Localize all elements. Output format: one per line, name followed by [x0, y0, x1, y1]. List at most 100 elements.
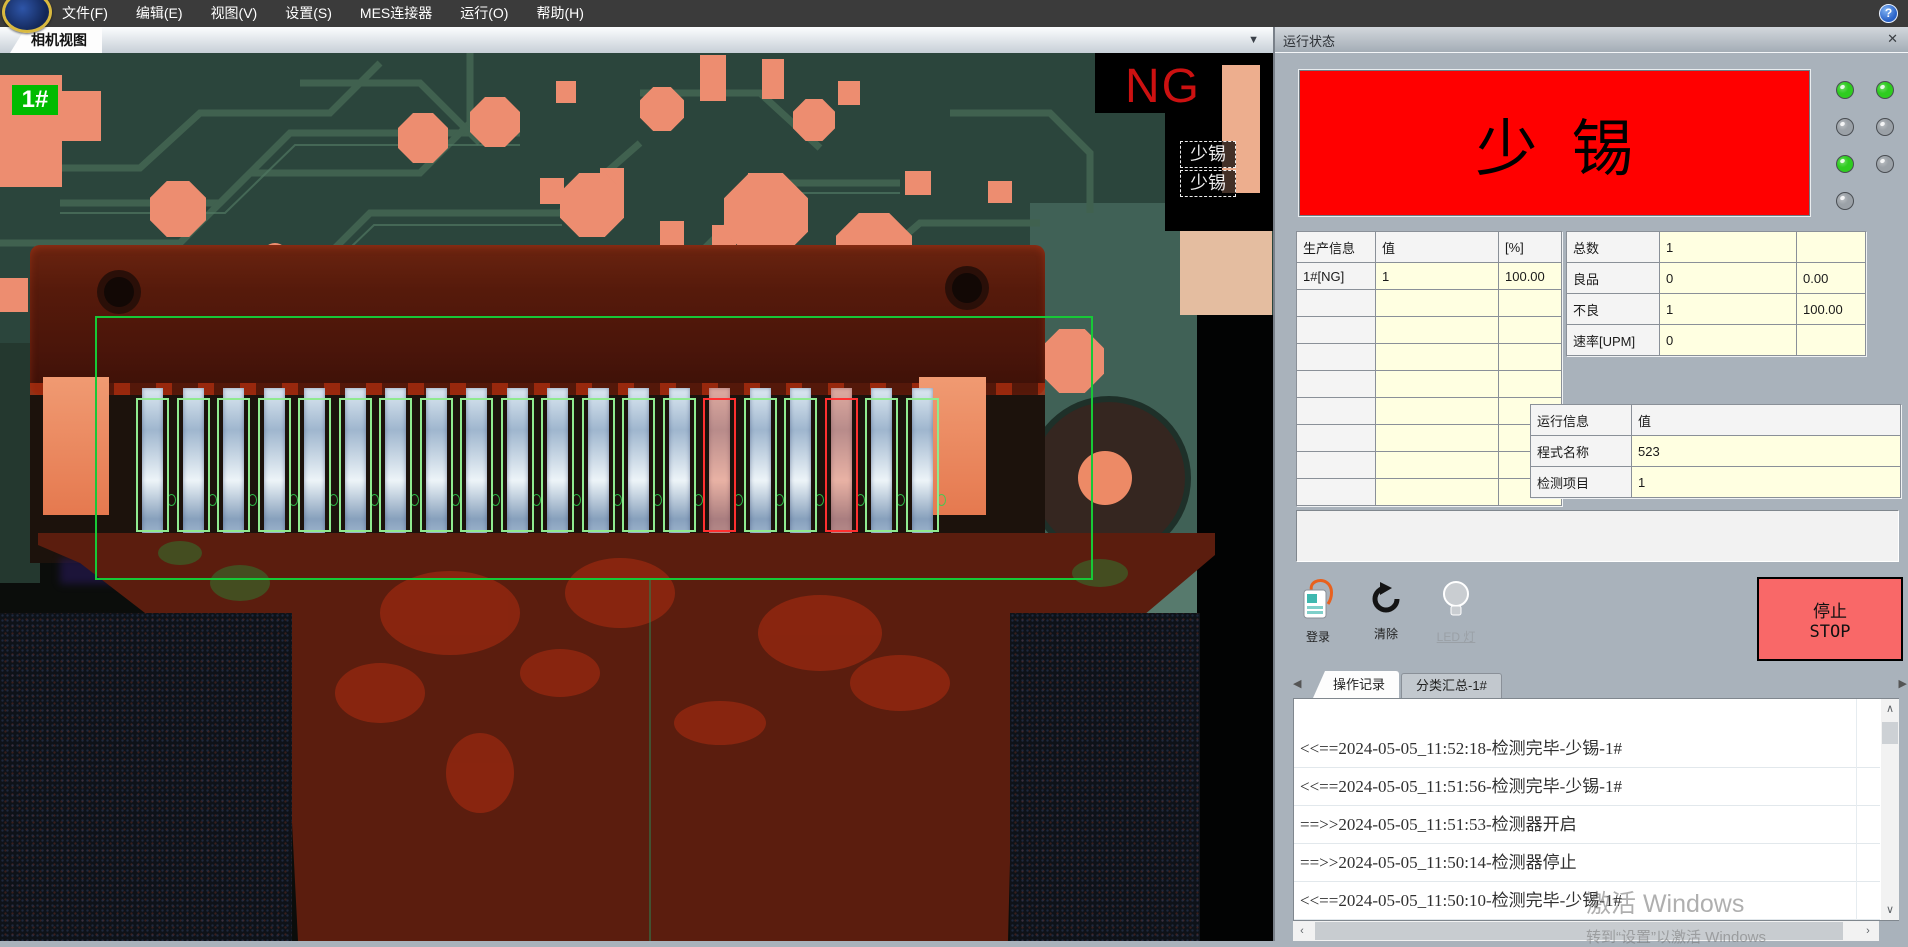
defect-label: 少锡 — [1180, 141, 1236, 168]
login-button-label: 登录 — [1289, 628, 1347, 645]
menu-item[interactable]: 设置(S) — [271, 0, 346, 27]
message-box — [1296, 510, 1899, 562]
log-tabs: 操作记录分类汇总-1# — [1313, 671, 1504, 698]
vertical-scrollbar-thumb[interactable] — [1882, 722, 1898, 744]
operation-log-list: <<==2024-05-05_11:52:18-检测完毕-少锡-1#<<==20… — [1293, 698, 1899, 921]
table-cell — [1499, 371, 1561, 397]
defect-labels: 少锡少锡 — [1180, 141, 1236, 199]
result-banner: 少锡 — [1299, 70, 1810, 216]
vertical-scrollbar[interactable]: ∧ ∨ — [1881, 699, 1899, 920]
led-indicator — [1876, 81, 1894, 99]
table-cell: 良品 — [1567, 263, 1659, 293]
menu-item[interactable]: 编辑(E) — [122, 0, 197, 27]
stop-button[interactable]: 停止 STOP — [1757, 577, 1903, 661]
tab-scroll-left-icon[interactable]: ◀ — [1293, 677, 1301, 690]
table-cell — [1376, 398, 1498, 424]
menu-item[interactable]: 运行(O) — [446, 0, 522, 27]
table-cell: 速率[UPM] — [1567, 325, 1659, 355]
led-cell — [1865, 71, 1905, 108]
menu-item[interactable]: 视图(V) — [197, 0, 272, 27]
log-tab[interactable]: 操作记录 — [1313, 671, 1399, 698]
table-cell — [1376, 290, 1498, 316]
stop-button-label-en: STOP — [1810, 622, 1851, 642]
led-indicator — [1836, 155, 1854, 173]
table-cell: 100.00 — [1797, 294, 1865, 324]
inspection-roi-rect — [95, 316, 1093, 580]
log-column-divider — [1856, 699, 1857, 920]
table-cell — [1499, 290, 1561, 316]
menu-bar: 文件(F)编辑(E)视图(V)设置(S)MES连接器运行(O)帮助(H) ? — [0, 0, 1908, 27]
help-icon[interactable]: ? — [1879, 4, 1898, 23]
log-entry[interactable]: <<==2024-05-05_11:51:56-检测完毕-少锡-1# — [1294, 768, 1880, 806]
table-cell — [1297, 398, 1375, 424]
led-cell — [1865, 108, 1905, 145]
background-texture — [0, 613, 292, 941]
totals-table: 总数1良品00.00不良1100.00速率[UPM]0 — [1566, 231, 1866, 356]
led-light-button[interactable]: LED 灯 — [1427, 578, 1485, 645]
menu-item[interactable]: 文件(F) — [48, 0, 122, 27]
led-cell — [1825, 182, 1865, 219]
led-indicator — [1836, 81, 1854, 99]
table-cell — [1376, 344, 1498, 370]
inspection-result-text: NG — [1125, 59, 1201, 114]
horizontal-scrollbar-thumb[interactable] — [1315, 922, 1843, 940]
bulb-icon — [1438, 578, 1474, 620]
table-cell: 1 — [1660, 232, 1796, 262]
table-cell — [1376, 479, 1498, 505]
menu-item[interactable]: 帮助(H) — [522, 0, 597, 27]
table-cell: 0 — [1660, 325, 1796, 355]
led-cell — [1825, 145, 1865, 182]
table-cell: 1 — [1376, 263, 1498, 289]
table-cell: 总数 — [1567, 232, 1659, 262]
led-indicator — [1876, 155, 1894, 173]
column-header: 值 — [1376, 232, 1498, 262]
menu-item[interactable]: MES连接器 — [346, 0, 446, 27]
close-icon[interactable]: ✕ — [1887, 31, 1898, 47]
table-cell: 检测项目 — [1531, 467, 1631, 497]
log-rows: <<==2024-05-05_11:52:18-检测完毕-少锡-1#<<==20… — [1294, 730, 1880, 920]
refresh-icon — [1368, 581, 1404, 617]
run-status-panel: 运行状态 ✕ 少锡 生产信息值[%]1#[NG]1100.00 总数1良品00.… — [1275, 27, 1908, 941]
chevron-down-icon[interactable]: ▼ — [1248, 34, 1259, 46]
led-indicator — [1876, 118, 1894, 136]
pcb-pad — [988, 181, 1012, 203]
tab-scroll-right-icon[interactable]: ▶ — [1899, 677, 1907, 690]
scroll-left-icon[interactable]: ‹ — [1293, 921, 1311, 941]
table-cell: 1 — [1660, 294, 1796, 324]
led-indicator — [1836, 118, 1854, 136]
clear-button-label: 清除 — [1357, 625, 1415, 642]
table-cell: 100.00 — [1499, 263, 1561, 289]
pcb-octagon-pad — [398, 113, 448, 163]
table-cell: 程式名称 — [1531, 436, 1631, 466]
pcb-pad — [838, 81, 860, 105]
log-entry[interactable]: ==>>2024-05-05_11:50:14-检测器停止 — [1294, 844, 1880, 882]
log-tab[interactable]: 分类汇总-1# — [1401, 673, 1502, 698]
connector-hole — [952, 273, 982, 303]
log-entry[interactable]: <<==2024-05-05_11:52:18-检测完毕-少锡-1# — [1294, 730, 1880, 768]
led-cell — [1865, 145, 1905, 182]
log-entry[interactable]: <<==2024-05-05_11:50:10-检测完毕-少锡-1# — [1294, 882, 1880, 920]
table-cell — [1297, 290, 1375, 316]
scroll-up-icon[interactable]: ∧ — [1881, 699, 1899, 719]
clear-button[interactable]: 清除 — [1357, 581, 1415, 642]
production-info-table: 生产信息值[%]1#[NG]1100.00 — [1296, 231, 1562, 506]
background-texture — [1010, 613, 1200, 941]
table-cell — [1376, 371, 1498, 397]
login-button[interactable]: 登录 — [1289, 578, 1347, 645]
horizontal-scrollbar[interactable]: ‹ › — [1293, 921, 1879, 941]
table-cell: 523 — [1632, 436, 1900, 466]
scroll-down-icon[interactable]: ∨ — [1881, 900, 1899, 920]
table-cell — [1376, 317, 1498, 343]
camera-view: 1# NG 少锡少锡 — [0, 53, 1273, 941]
pcb-pad — [700, 55, 726, 101]
table-cell: 不良 — [1567, 294, 1659, 324]
pcb-pad — [1180, 231, 1272, 315]
table-cell — [1376, 452, 1498, 478]
pcb-pad — [660, 221, 684, 245]
log-entry[interactable]: ==>>2024-05-05_11:51:53-检测器开启 — [1294, 806, 1880, 844]
scroll-right-icon[interactable]: › — [1859, 921, 1877, 941]
table-cell: 1 — [1632, 467, 1900, 497]
column-header: 值 — [1632, 405, 1900, 435]
table-cell: 1#[NG] — [1297, 263, 1375, 289]
result-banner-text: 少锡 — [1441, 98, 1667, 188]
